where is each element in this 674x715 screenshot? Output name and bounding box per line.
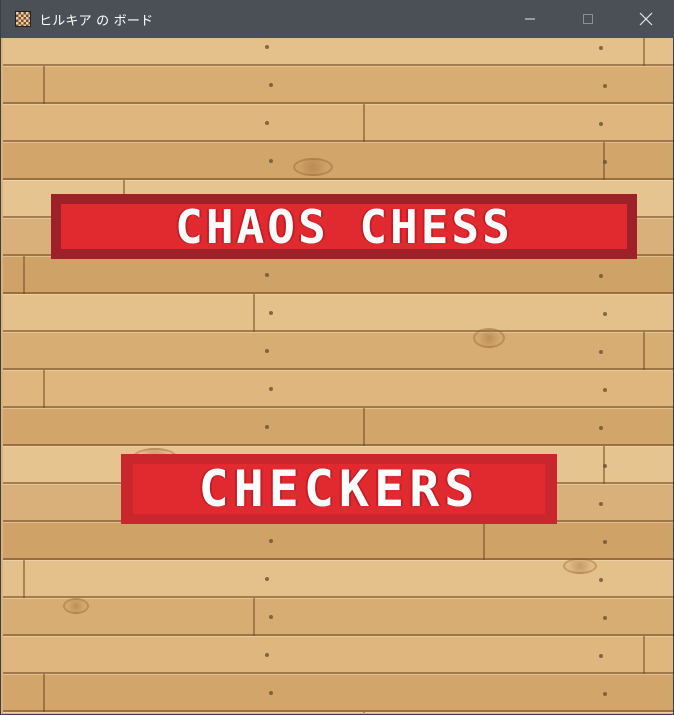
game-board: CHAOS CHESS CHECKERS (3, 38, 673, 713)
close-icon (639, 12, 653, 26)
nail (269, 539, 273, 543)
nail (603, 616, 607, 620)
plank-seam (43, 66, 45, 104)
minimize-button[interactable] (501, 0, 559, 38)
nail (269, 691, 273, 695)
game-window: ヒルキア の ボード CHAOS CHESS CHECKERS (0, 0, 674, 715)
nail (603, 84, 607, 88)
nail (269, 615, 273, 619)
wood-plank (3, 598, 673, 636)
nail (603, 540, 607, 544)
plank-seam (363, 104, 365, 142)
nail (603, 160, 607, 164)
wood-plank (3, 712, 673, 713)
nail (599, 350, 603, 354)
wood-plank (3, 408, 673, 446)
wood-plank (3, 142, 673, 180)
wood-knot (563, 558, 597, 574)
nail (265, 577, 269, 581)
title-bar[interactable]: ヒルキア の ボード (1, 0, 674, 38)
nail (269, 83, 273, 87)
wood-plank (3, 294, 673, 332)
nail (265, 653, 269, 657)
nail (269, 311, 273, 315)
nail (599, 578, 603, 582)
close-button[interactable] (617, 0, 674, 38)
plank-seam (643, 636, 645, 674)
wood-knot (473, 328, 505, 348)
plank-seam (363, 408, 365, 446)
plank-seam (483, 522, 485, 560)
plank-seam (43, 370, 45, 408)
checkers-button-face: CHECKERS (133, 460, 545, 518)
plank-seam (43, 674, 45, 712)
plank-seam (363, 712, 365, 713)
nail (599, 46, 603, 50)
nail (603, 692, 607, 696)
minimize-icon (525, 18, 535, 20)
nail (599, 654, 603, 658)
wood-plank (3, 104, 673, 142)
nail (599, 502, 603, 506)
plank-seam (643, 332, 645, 370)
nail (265, 273, 269, 277)
nail (603, 312, 607, 316)
nail (599, 426, 603, 430)
plank-seam (23, 256, 25, 294)
wood-plank (3, 256, 673, 294)
wood-knot (63, 598, 89, 614)
maximize-button[interactable] (559, 0, 617, 38)
nail (265, 425, 269, 429)
nail (603, 388, 607, 392)
checkers-button[interactable]: CHECKERS (121, 454, 557, 524)
wood-plank (3, 66, 673, 104)
wood-plank (3, 522, 673, 560)
plank-seam (643, 38, 645, 66)
chaos-chess-button[interactable]: CHAOS CHESS (51, 194, 637, 259)
nail (603, 464, 607, 468)
nail (265, 45, 269, 49)
window-controls (501, 0, 674, 38)
checkerboard-icon (15, 11, 31, 27)
nail (599, 274, 603, 278)
nail (599, 122, 603, 126)
window-title: ヒルキア の ボード (39, 13, 154, 29)
nail (265, 121, 269, 125)
plank-seam (23, 560, 25, 598)
wood-plank (3, 38, 673, 66)
wood-plank (3, 674, 673, 712)
wood-knot (293, 158, 333, 176)
chaos-chess-button-face: CHAOS CHESS (61, 200, 627, 254)
plank-seam (253, 294, 255, 332)
maximize-icon (583, 14, 593, 24)
nail (269, 159, 273, 163)
checkers-label: CHECKERS (198, 460, 480, 518)
nail (265, 349, 269, 353)
plank-seam (253, 598, 255, 636)
wood-plank (3, 636, 673, 674)
chaos-chess-label: CHAOS CHESS (175, 199, 513, 254)
wood-plank (3, 370, 673, 408)
nail (269, 387, 273, 391)
wood-plank (3, 332, 673, 370)
